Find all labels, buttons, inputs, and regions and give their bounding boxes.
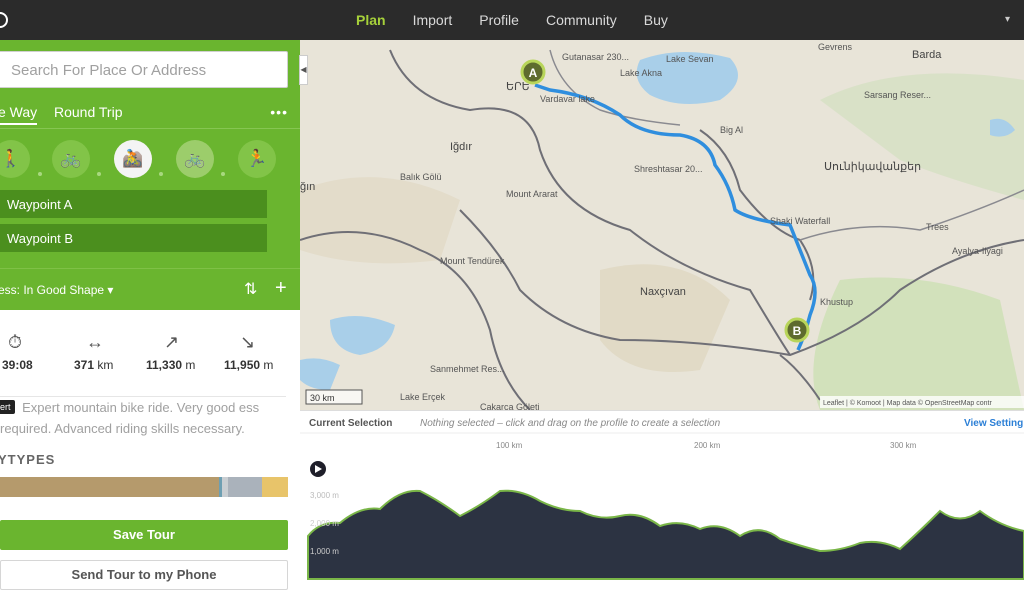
distance-arrows-icon: ↔: [86, 332, 104, 352]
elevation-profile-panel: Current Selection Nothing selected – cli…: [300, 410, 1024, 600]
waytype-segment[interactable]: [262, 477, 288, 497]
tour-stats: ⏱ ↔ ↗ ↘ 39:08 371 km 11,330 m 11,950 m e…: [0, 310, 300, 600]
current-selection-label: Current Selection: [309, 418, 392, 429]
difficulty-description: ert Expert mountain bike ride. Very good…: [0, 398, 290, 439]
reverse-route-icon[interactable]: ⇅: [244, 279, 257, 299]
divider: [0, 128, 300, 129]
nav-buy[interactable]: Buy: [644, 12, 668, 28]
map-label: Vardavar lake: [540, 94, 595, 104]
planner-sidebar: Search For Place Or Address e Way Round …: [0, 40, 300, 600]
y-tick-label: 1,000 m: [310, 547, 339, 556]
waypoint-a-marker[interactable]: A: [520, 59, 546, 85]
downhill-arrow-icon: ↘: [240, 332, 256, 352]
komoot-logo-icon[interactable]: [0, 12, 8, 28]
waytypes-heading: YTYPES: [0, 452, 56, 467]
view-settings-link[interactable]: View Setting: [964, 418, 1023, 429]
x-tick-label: 200 km: [694, 441, 721, 450]
map-label: Trees: [926, 222, 949, 232]
map-view[interactable]: A B Gutanasar 230... Lake Sevan Lake Akn…: [300, 40, 1024, 410]
difficulty-badge: ert: [0, 400, 15, 414]
map-label: ԵՐԵ: [506, 81, 530, 93]
planner-panel: Search For Place Or Address e Way Round …: [0, 40, 300, 310]
map-label: Lake Sevan: [666, 54, 714, 64]
map-label: Shaki Waterfall: [770, 216, 830, 226]
map-label: Balık Gölü: [400, 172, 442, 182]
map-label: Naxçıvan: [640, 286, 686, 298]
svg-text:B: B: [793, 324, 802, 338]
top-navigation-bar: Plan Import Profile Community Buy ▾: [0, 0, 1024, 40]
elevation-area[interactable]: [307, 489, 1024, 580]
nav-community[interactable]: Community: [546, 12, 617, 28]
sport-separator-dot: [221, 172, 225, 176]
nav-import[interactable]: Import: [413, 12, 453, 28]
save-tour-button[interactable]: Save Tour: [0, 520, 288, 550]
x-tick-label: 300 km: [890, 441, 917, 450]
duration-value: 39:08: [2, 358, 33, 372]
sport-separator-dot: [97, 172, 101, 176]
stopwatch-icon: ⏱: [8, 332, 23, 352]
selection-hint: Nothing selected – click and drag on the…: [420, 418, 721, 429]
collapse-sidebar-button[interactable]: ◀: [299, 55, 308, 85]
main-nav: Plan Import Profile Community Buy: [356, 0, 695, 40]
waytype-segment[interactable]: [0, 477, 219, 497]
map-label: Mount Ararat: [506, 189, 558, 199]
waypoint-a-field[interactable]: Waypoint A: [0, 190, 267, 218]
touring-bike-icon[interactable]: 🚲: [176, 140, 214, 178]
add-waypoint-icon[interactable]: +: [275, 277, 287, 300]
waytype-segment[interactable]: [227, 477, 263, 497]
divider: [0, 396, 286, 397]
map-label: Mount Tendürek: [440, 256, 505, 266]
tab-one-way[interactable]: e Way: [0, 104, 38, 125]
map-label: ğın: [300, 181, 315, 193]
map-attribution[interactable]: Leaflet | © Komoot | Map data © OpenStre…: [823, 399, 992, 407]
send-to-phone-button[interactable]: Send Tour to my Phone: [0, 560, 288, 590]
map-label: Lake Akna: [620, 68, 662, 78]
map-canvas[interactable]: A B Gutanasar 230... Lake Sevan Lake Akn…: [300, 40, 1024, 410]
map-label: Iğdır: [450, 141, 472, 153]
search-input[interactable]: Search For Place Or Address: [0, 51, 288, 88]
map-label: Khustup: [820, 297, 853, 307]
map-label: Սունիկավանքեր: [824, 161, 921, 173]
more-options-icon[interactable]: •••: [270, 104, 288, 120]
fitness-row: ess: In Good Shape ▾ ⇅ +: [0, 268, 300, 310]
map-label: Big Al: [720, 125, 743, 135]
x-tick-label: 100 km: [496, 441, 523, 450]
hiking-icon[interactable]: 🚶: [0, 140, 30, 178]
nav-profile[interactable]: Profile: [479, 12, 519, 28]
y-tick-label: 3,000 m: [310, 491, 339, 500]
uphill-value: 11,330 m: [146, 358, 196, 372]
elevation-profile[interactable]: Current Selection Nothing selected – cli…: [300, 411, 1024, 601]
waypoint-b-marker[interactable]: B: [784, 317, 810, 343]
running-icon[interactable]: 🏃: [238, 140, 276, 178]
map-scale-label: 30 km: [310, 393, 335, 403]
road-bike-icon[interactable]: 🚲: [52, 140, 90, 178]
svg-text:A: A: [529, 66, 538, 80]
map-label: Barda: [912, 49, 942, 61]
sport-separator-dot: [159, 172, 163, 176]
nav-plan[interactable]: Plan: [356, 12, 386, 28]
map-label: Çakarca Göleti: [480, 402, 540, 410]
fitness-dropdown[interactable]: ess: In Good Shape ▾: [0, 283, 113, 297]
downhill-value: 11,950 m: [224, 358, 274, 372]
waypoint-b-field[interactable]: Waypoint B: [0, 224, 267, 252]
distance-value: 371 km: [74, 358, 114, 372]
map-label: Gevrens: [818, 42, 853, 52]
map-label: Shreshtasar 20...: [634, 164, 703, 174]
tab-round-trip[interactable]: Round Trip: [54, 104, 122, 120]
y-tick-label: 2,000 m: [310, 519, 339, 528]
map-label: Sarsang Reser...: [864, 90, 931, 100]
map-label: Lake Erçek: [400, 392, 446, 402]
uphill-arrow-icon: ↗: [164, 332, 180, 352]
waytypes-bar[interactable]: [0, 477, 288, 497]
sport-separator-dot: [38, 172, 42, 176]
map-label: Ayalya-Ilyagi: [952, 246, 1003, 256]
mountain-bike-icon[interactable]: 🚵: [114, 140, 152, 178]
map-label: Gutanasar 230...: [562, 52, 629, 62]
user-menu-caret-icon[interactable]: ▾: [1005, 14, 1010, 25]
map-label: Sanmehmet Res...: [430, 364, 505, 374]
